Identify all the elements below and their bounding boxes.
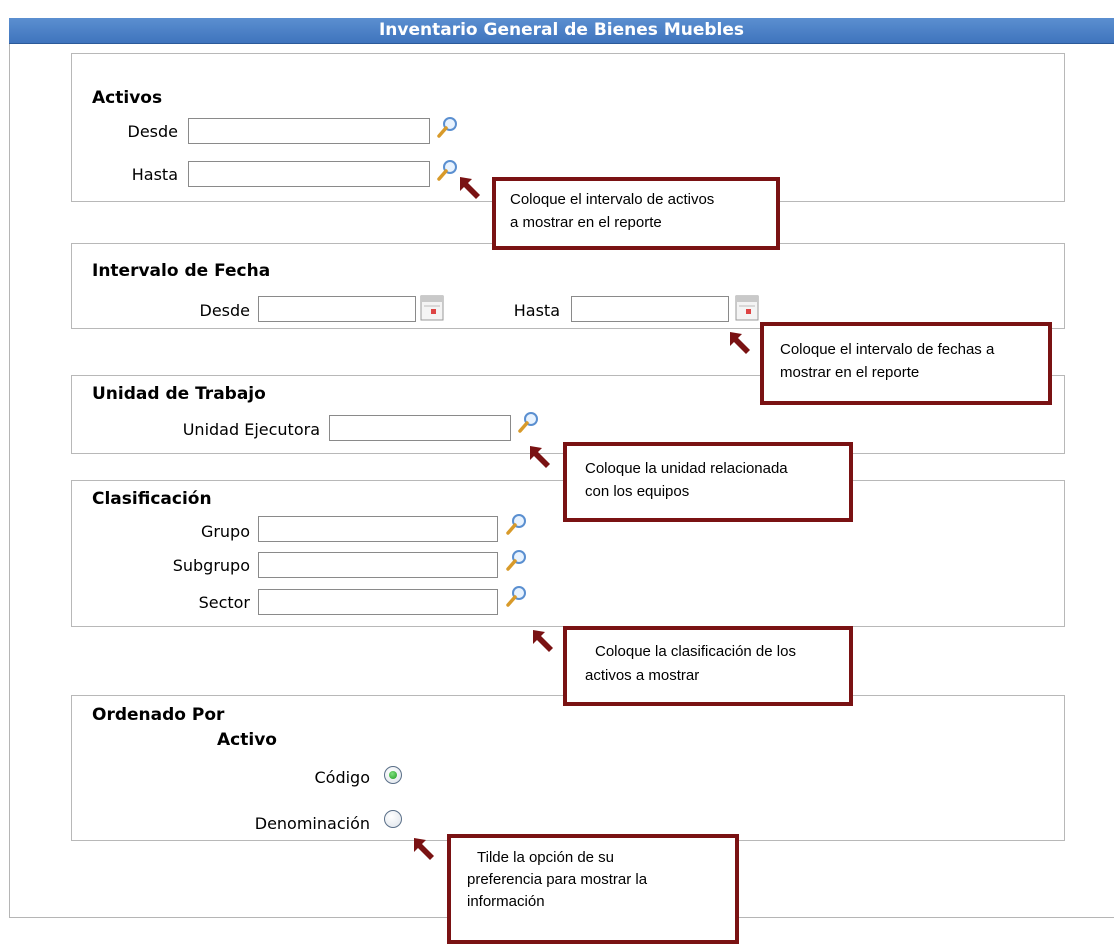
unidad-title: Unidad de Trabajo bbox=[92, 384, 266, 404]
radio-denominacion-label: Denominación bbox=[254, 814, 370, 833]
subgrupo-label: Subgrupo bbox=[172, 556, 250, 575]
fecha-desde-input[interactable] bbox=[258, 296, 416, 322]
activos-hasta-search-icon[interactable] bbox=[436, 158, 460, 182]
callout-opcion-line1: Tilde la opción de su bbox=[477, 849, 615, 866]
sector-input[interactable] bbox=[258, 589, 498, 615]
arrow-opcion-icon bbox=[414, 838, 434, 860]
grupo-search-icon[interactable] bbox=[505, 512, 529, 536]
callout-activos: Coloque el intervalo de activos a mostra… bbox=[492, 177, 780, 250]
grupo-label: Grupo bbox=[200, 522, 250, 541]
fecha-hasta-label: Hasta bbox=[513, 301, 560, 320]
subgrupo-input[interactable] bbox=[258, 552, 498, 578]
unidad-ejecutora-label: Unidad Ejecutora bbox=[182, 420, 320, 439]
callout-fechas: Coloque el intervalo de fechas a mostrar… bbox=[760, 322, 1052, 405]
callout-unidad-line1: Coloque la unidad relacionada bbox=[585, 460, 788, 477]
callout-opcion-line3: información bbox=[467, 893, 545, 910]
activos-desde-input[interactable] bbox=[188, 118, 430, 144]
activos-desde-label: Desde bbox=[127, 122, 179, 141]
callout-unidad-line2: con los equipos bbox=[585, 483, 690, 500]
arrow-clasificacion-icon bbox=[533, 630, 553, 652]
callout-clasificacion: Coloque la clasificación de los activos … bbox=[563, 626, 853, 706]
fecha-hasta-input[interactable] bbox=[571, 296, 729, 322]
callout-activos-line2: a mostrar en el reporte bbox=[510, 214, 662, 231]
callout-fechas-line2: mostrar en el reporte bbox=[780, 364, 920, 381]
fecha-desde-calendar-icon[interactable] bbox=[420, 295, 444, 321]
arrow-fechas-icon bbox=[730, 332, 750, 354]
activos-hasta-label: Hasta bbox=[131, 165, 178, 184]
activos-hasta-input[interactable] bbox=[188, 161, 430, 187]
arrow-unidad-icon bbox=[530, 446, 550, 468]
callout-activos-line1: Coloque el intervalo de activos bbox=[510, 191, 715, 208]
unidad-ejecutora-input[interactable] bbox=[329, 415, 511, 441]
activos-desde-search-icon[interactable] bbox=[436, 115, 460, 139]
fecha-desde-label: Desde bbox=[199, 301, 251, 320]
ordenado-subtitle: Activo bbox=[217, 730, 277, 750]
radio-selected-dot bbox=[389, 771, 397, 779]
unidad-search-icon[interactable] bbox=[517, 410, 541, 434]
sector-search-icon[interactable] bbox=[505, 584, 529, 608]
activos-title: Activos bbox=[92, 88, 163, 108]
callout-clasificacion-line2: activos a mostrar bbox=[585, 667, 700, 684]
radio-denominacion[interactable] bbox=[384, 810, 402, 828]
fecha-title: Intervalo de Fecha bbox=[92, 261, 271, 281]
callout-unidad: Coloque la unidad relacionada con los eq… bbox=[563, 442, 853, 522]
page-title: Inventario General de Bienes Muebles bbox=[9, 18, 1114, 44]
grupo-input[interactable] bbox=[258, 516, 498, 542]
clasificacion-title: Clasificación bbox=[92, 489, 212, 509]
callout-opcion-line2: preferencia para mostrar la bbox=[467, 871, 648, 888]
radio-codigo-label: Código bbox=[314, 768, 370, 787]
callout-clasificacion-line1: Coloque la clasificación de los bbox=[595, 643, 796, 660]
subgrupo-search-icon[interactable] bbox=[505, 548, 529, 572]
arrow-activos-icon bbox=[460, 177, 480, 199]
radio-codigo[interactable] bbox=[384, 766, 402, 784]
sector-label: Sector bbox=[198, 593, 250, 612]
fecha-hasta-calendar-icon[interactable] bbox=[735, 295, 759, 321]
ordenado-title: Ordenado Por bbox=[92, 705, 225, 725]
callout-fechas-line1: Coloque el intervalo de fechas a bbox=[780, 341, 995, 358]
callout-opcion: Tilde la opción de su preferencia para m… bbox=[447, 834, 739, 944]
